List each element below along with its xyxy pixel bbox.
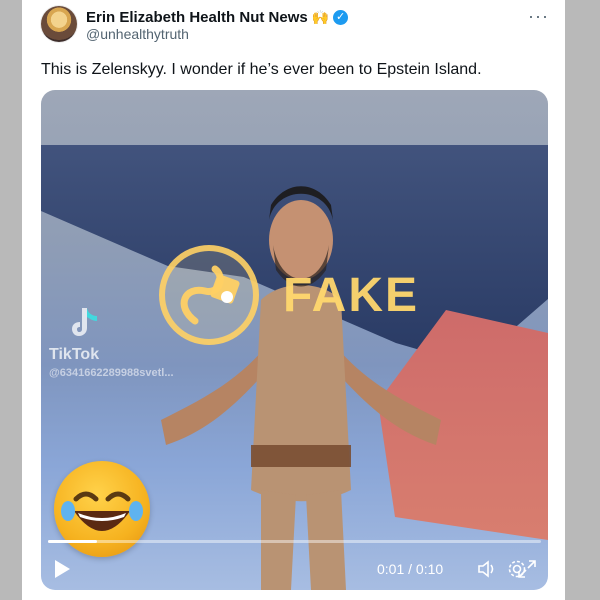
- play-icon[interactable]: [53, 559, 71, 579]
- name-emoji: 🙌: [311, 8, 330, 25]
- author-line: Erin Elizabeth Health Nut News 🙌 ✓: [86, 8, 349, 26]
- tweet-text: This is Zelenskyy. I wonder if he’s ever…: [41, 61, 482, 78]
- verified-badge-icon: ✓: [333, 9, 349, 25]
- more-options-icon[interactable]: ···: [528, 6, 549, 27]
- avatar[interactable]: [41, 6, 77, 42]
- performer-figure: [161, 186, 441, 590]
- handle[interactable]: @unhealthytruth: [86, 26, 189, 42]
- fullscreen-icon[interactable]: [516, 558, 538, 580]
- tiktok-label: TikTok: [49, 346, 100, 363]
- video-time: 0:01 / 0:10: [377, 561, 444, 577]
- tweet-card: Erin Elizabeth Health Nut News 🙌 ✓ @unhe…: [22, 0, 565, 600]
- fake-label: FAKE: [283, 268, 420, 322]
- fact-check-logo-icon: [159, 245, 259, 345]
- display-name[interactable]: Erin Elizabeth Health Nut News: [86, 9, 308, 26]
- tiktok-user-id: @6341662289988svetl...: [49, 367, 174, 379]
- video-progress-bar[interactable]: [48, 540, 541, 543]
- volume-icon[interactable]: [476, 558, 498, 580]
- video-progress-fill: [48, 540, 98, 543]
- fake-watermark: FAKE: [159, 240, 459, 350]
- tiktok-logo-icon: [72, 308, 97, 336]
- video-player[interactable]: FAKE TikTok @6341662289988svetl... 0:01 …: [41, 90, 548, 590]
